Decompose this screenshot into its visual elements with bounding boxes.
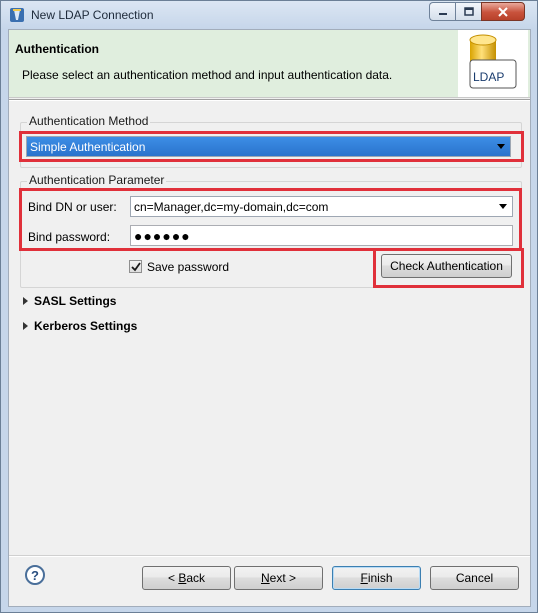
app-icon bbox=[10, 8, 24, 22]
window-controls bbox=[429, 2, 533, 22]
title-bar[interactable]: New LDAP Connection bbox=[1, 1, 537, 29]
footer-separator bbox=[9, 555, 530, 557]
back-prefix: < bbox=[167, 571, 179, 585]
close-icon bbox=[498, 6, 508, 17]
ldap-banner-image: LDAP bbox=[458, 30, 528, 97]
finish-mnemonic: F bbox=[360, 571, 368, 585]
page-description: Please select an authentication method a… bbox=[22, 68, 393, 82]
expand-arrow-icon bbox=[23, 297, 28, 305]
close-button[interactable] bbox=[481, 2, 525, 21]
sasl-settings-label: SASL Settings bbox=[34, 294, 117, 308]
auth-method-select[interactable]: Simple Authentication bbox=[26, 136, 511, 157]
cancel-button[interactable]: Cancel bbox=[430, 566, 519, 590]
save-password-checkbox[interactable] bbox=[129, 260, 142, 273]
chevron-down-icon bbox=[492, 137, 510, 156]
auth-method-group-title: Authentication Method bbox=[27, 114, 151, 128]
wizard-banner: Authentication Please select an authenti… bbox=[9, 30, 530, 98]
ldap-image-label: LDAP bbox=[473, 70, 505, 84]
next-rest: ext > bbox=[269, 571, 297, 585]
save-password-label[interactable]: Save password bbox=[147, 260, 229, 274]
bind-dn-select[interactable]: cn=Manager,dc=my-domain,dc=com bbox=[130, 196, 513, 217]
window-title: New LDAP Connection bbox=[31, 8, 154, 22]
dialog-content: Authentication Please select an authenti… bbox=[8, 29, 531, 607]
bind-password-label: Bind password: bbox=[28, 230, 111, 244]
chevron-down-icon bbox=[494, 197, 512, 216]
bind-dn-label: Bind DN or user: bbox=[28, 200, 117, 214]
auth-parameter-group-title: Authentication Parameter bbox=[27, 173, 167, 187]
bind-dn-value: cn=Manager,dc=my-domain,dc=com bbox=[134, 199, 329, 214]
kerberos-settings-label: Kerberos Settings bbox=[34, 319, 138, 333]
kerberos-settings-toggle[interactable]: Kerberos Settings bbox=[23, 319, 137, 333]
expand-arrow-icon bbox=[23, 322, 28, 330]
next-button[interactable]: Next > bbox=[234, 566, 323, 590]
minimize-button[interactable] bbox=[429, 2, 455, 21]
back-button[interactable]: < Back bbox=[142, 566, 231, 590]
auth-method-value: Simple Authentication bbox=[30, 139, 146, 154]
ldap-database-icon bbox=[469, 34, 517, 89]
check-authentication-button[interactable]: Check Authentication bbox=[381, 254, 512, 278]
next-mnemonic: N bbox=[260, 571, 270, 585]
maximize-button[interactable] bbox=[455, 2, 481, 21]
back-mnemonic: B bbox=[178, 571, 187, 585]
bind-password-input[interactable]: ●●●●●● bbox=[130, 225, 513, 246]
page-title: Authentication bbox=[15, 42, 99, 56]
minimize-icon bbox=[438, 12, 447, 15]
checkmark-icon bbox=[130, 261, 141, 271]
bind-password-value: ●●●●●● bbox=[134, 227, 191, 244]
sasl-settings-toggle[interactable]: SASL Settings bbox=[23, 294, 116, 308]
finish-button[interactable]: Finish bbox=[332, 566, 421, 590]
help-icon[interactable]: ? bbox=[25, 565, 45, 585]
dialog-window: New LDAP Connection Authentication Pleas… bbox=[0, 0, 538, 613]
finish-rest: inish bbox=[367, 571, 393, 585]
back-rest: ack bbox=[186, 571, 206, 585]
banner-separator bbox=[9, 99, 530, 101]
maximize-icon bbox=[463, 6, 474, 16]
